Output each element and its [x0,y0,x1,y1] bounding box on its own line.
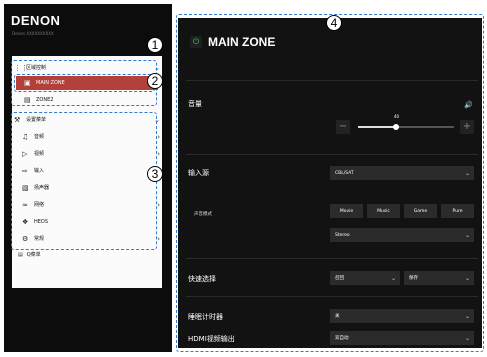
speaker-zone-icon: ▤ [24,96,31,104]
input-source-select[interactable]: CBL/SAT ⌄ [330,166,474,180]
chevron-right-icon: › [157,234,160,243]
zone-header: ⏻ MAIN ZONE [190,35,275,49]
chevron-right-icon: › [157,149,160,158]
sidebar-zone-control[interactable]: ⋮⋮ 区域控制 ⌄ [14,62,164,73]
sidebar-item-label: 扬声器 [34,185,50,191]
sidebar-item-input[interactable]: ⇨ 输入 › [14,164,164,177]
music-note-icon: ♫ [22,132,29,141]
sidebar-item-general[interactable]: ⚙ 常规 › [14,232,164,245]
divider [186,258,478,259]
volume-up-button[interactable]: + [460,120,474,134]
sidebar-item-main-zone[interactable]: ▣ MAIN ZONE [16,76,158,90]
chevron-down-icon: ⌄ [464,169,470,177]
sidebar-item-speakers[interactable]: ▧ 扬声器 [14,181,164,194]
hdmi-output-label: HDMI视频输出 [188,335,235,343]
sidebar-item-label: 输入 [34,168,45,174]
chevron-down-icon: ⌄ [464,334,470,342]
speaker-volume-icon[interactable]: 🔊 [464,101,473,109]
input-icon: ⇨ [22,166,28,175]
sleep-timer-select[interactable]: 关 ⌄ [330,309,474,323]
menu-icon: ▤ [18,251,23,258]
sidebar: DENON Denon XXXXXXXXXX ⋮⋮ 区域控制 ⌄ ▣ MAIN … [4,4,172,352]
divider [186,154,478,155]
callout-3: 3 [147,166,163,182]
callout-2: 2 [147,73,163,89]
callout-1: 1 [147,37,163,53]
q-menu-label: Q菜单 [26,252,41,258]
sidebar-item-label: 视频 [34,151,45,157]
wifi-icon: ≈ [22,200,28,209]
gear-icon: ⚙ [22,234,29,243]
volume-knob[interactable] [393,124,399,130]
volume-label: 音量 [188,100,202,108]
sidebar-item-video[interactable]: ▷ 视频 › [14,147,164,160]
q-menu-button[interactable]: ▤ Q菜单 [18,251,41,259]
input-source-value: CBL/SAT [335,170,354,176]
hdmi-output-value: 双自动 [335,336,349,341]
quick-select-recall-select[interactable]: 召回 ⌄ [330,271,400,285]
chevron-down-icon: ⌄ [390,274,396,282]
settings-menu-label: 设置菜单 [26,117,47,123]
sidebar-item-zone2[interactable]: ▤ ZONE2 [16,94,166,106]
hdmi-output-select[interactable]: 双自动 ⌄ [330,331,474,345]
sidebar-item-label: ZONE2 [36,97,54,103]
chevron-down-icon: ⌄ [154,63,160,72]
chevron-down-icon: ⌄ [464,231,470,239]
sound-mode-movie-button[interactable]: Movie [330,204,363,218]
speakers-icon: ▧ [22,183,29,192]
chevron-right-icon: › [157,200,160,209]
sound-mode-music-button[interactable]: Music [367,204,400,218]
sidebar-item-label: HEOS [34,218,49,225]
volume-value: 40 [394,114,400,119]
quick-select-save-value: 保存 [409,276,418,281]
brand-logo: DENON [11,13,61,28]
volume-slider[interactable]: 40 [358,114,454,130]
speaker-zone-icon: ▣ [24,79,31,87]
sleep-timer-value: 关 [335,314,340,319]
zone-title: MAIN ZONE [208,35,276,49]
sidebar-item-label: 音频 [34,134,45,140]
sidebar-item-label: 常规 [34,236,45,242]
chevron-down-icon: ⌄ [154,115,160,124]
sound-mode-select[interactable]: Stereo ⌄ [330,228,474,242]
chevron-right-icon: › [157,132,160,141]
quick-select-save-select[interactable]: 保存 ⌄ [404,271,474,285]
chevron-down-icon: ⌄ [464,312,470,320]
sidebar-settings-menu[interactable]: ⚒ 设置菜单 ⌄ [14,114,164,125]
volume-fill [358,126,396,128]
callout-4: 4 [326,15,342,31]
divider [186,80,478,81]
sound-mode-value: Stereo [335,232,350,238]
sidebar-item-label: MAIN ZONE [36,80,65,86]
video-icon: ▷ [22,149,28,158]
power-icon[interactable]: ⏻ [190,36,202,48]
sidebar-item-audio[interactable]: ♫ 音频 › [14,130,164,143]
sleep-timer-label: 睡眠计时器 [188,313,223,321]
sidebar-item-label: 网络 [34,202,45,208]
zone-control-label: 区域控制 [26,65,47,71]
chevron-down-icon: ⌄ [464,274,470,282]
sidebar-item-heos[interactable]: ❖ HEOS [14,215,164,228]
quick-select-label: 快速选择 [188,275,216,283]
wrench-icon: ⚒ [14,115,21,124]
volume-down-button[interactable]: − [336,120,350,134]
quick-select-recall-value: 召回 [335,276,344,281]
heos-icon: ❖ [22,217,29,226]
sound-mode-label: 声音模式 [194,212,212,217]
main-panel: ⏻ MAIN ZONE 音量 🔊 − 40 + 输入源 CBL/SAT ⌄ 声音… [178,18,482,348]
divider [186,296,478,297]
input-source-label: 输入源 [188,169,209,177]
device-serial: Denon XXXXXXXXXX [12,31,54,36]
sidebar-item-network[interactable]: ≈ 网络 › [14,198,164,211]
sound-mode-pure-button[interactable]: Pure [441,204,474,218]
sound-mode-game-button[interactable]: Game [404,204,437,218]
sliders-icon: ⋮⋮ [14,63,28,72]
